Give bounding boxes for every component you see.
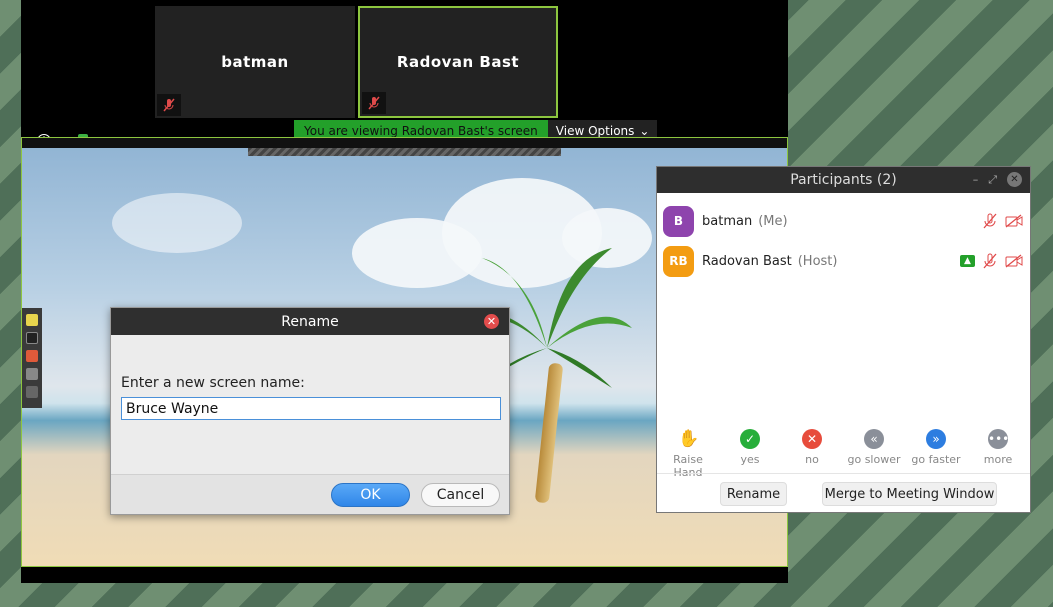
dialog-footer: OK Cancel [111, 474, 509, 514]
minimize-icon[interactable]: – [973, 173, 979, 186]
participants-panel: Participants (2) – ⤢ ✕ B batman (Me) RB … [656, 166, 1031, 513]
ok-button[interactable]: OK [331, 483, 410, 507]
reaction-label: more [983, 453, 1013, 466]
muted-mic-icon [983, 253, 997, 269]
more-icon: ••• [988, 429, 1009, 449]
view-options-label: View Options [555, 124, 635, 138]
muted-mic-icon [157, 94, 181, 116]
participant-name: batman [702, 213, 753, 229]
participant-role: (Me) [758, 213, 788, 229]
participant-row[interactable]: B batman (Me) [663, 205, 1025, 237]
desktop-dock [22, 308, 42, 408]
restore-icon[interactable]: ⤢ [988, 173, 997, 187]
video-off-icon [1005, 254, 1023, 268]
go-faster-button[interactable]: » go faster [905, 429, 967, 479]
muted-mic-icon [983, 213, 997, 229]
close-icon[interactable]: ✕ [1007, 172, 1022, 187]
tile-name: Radovan Bast [396, 53, 520, 71]
participants-title: Participants (2) [790, 172, 897, 188]
hand-icon: ✋ [678, 429, 700, 449]
yes-button[interactable]: ✓ yes [719, 429, 781, 479]
participant-row[interactable]: RB Radovan Bast (Host) ▲ [663, 245, 1025, 277]
participant-name: Radovan Bast [702, 253, 792, 269]
raise-hand-button[interactable]: ✋ Raise Hand [657, 429, 719, 479]
dialog-title: Rename [281, 313, 339, 330]
fast-forward-icon: » [926, 429, 946, 449]
no-button[interactable]: ✕ no [781, 429, 843, 479]
screen-name-input[interactable] [121, 397, 501, 420]
rename-button[interactable]: Rename [720, 482, 787, 506]
shared-top-panel [22, 138, 787, 148]
participant-status-icons [983, 213, 1023, 229]
participants-titlebar: Participants (2) – ⤢ ✕ [657, 167, 1030, 193]
close-icon[interactable]: ✕ [484, 314, 499, 329]
reactions-bar: ✋ Raise Hand ✓ yes ✕ no « go slower » go… [657, 429, 1030, 479]
reaction-label: go slower [847, 453, 901, 466]
video-tile-batman[interactable]: batman [155, 6, 355, 118]
terminal-icon[interactable] [26, 332, 38, 344]
dialog-titlebar: Rename ✕ [111, 308, 509, 335]
avatar: B [663, 205, 694, 237]
shared-panel-center [248, 148, 561, 156]
muted-mic-icon [362, 92, 386, 114]
reaction-label: no [805, 453, 819, 466]
rename-prompt: Enter a new screen name: [121, 375, 305, 391]
cloud [112, 193, 242, 253]
avatar: RB [663, 245, 694, 277]
window-controls: – ⤢ ✕ [973, 172, 1022, 187]
x-icon: ✕ [802, 429, 822, 449]
merge-to-meeting-window-button[interactable]: Merge to Meeting Window [822, 482, 997, 506]
participant-status-icons: ▲ [960, 253, 1023, 269]
chevron-down-icon: ⌄ [639, 124, 650, 138]
files-icon[interactable] [26, 314, 38, 326]
video-off-icon [1005, 214, 1023, 228]
rename-dialog: Rename ✕ Enter a new screen name: OK Can… [110, 307, 510, 515]
screen-share-icon: ▲ [960, 255, 975, 267]
participant-role: (Host) [797, 253, 838, 269]
rewind-icon: « [864, 429, 884, 449]
reaction-label: yes [740, 453, 760, 466]
go-slower-button[interactable]: « go slower [843, 429, 905, 479]
reaction-label: go faster [911, 453, 961, 466]
participants-footer: Rename Merge to Meeting Window [657, 473, 1030, 513]
cancel-button[interactable]: Cancel [421, 483, 500, 507]
apps-grid-icon[interactable] [26, 386, 38, 398]
more-button[interactable]: ••• more [967, 429, 1029, 479]
tile-name: batman [221, 53, 289, 71]
trash-icon[interactable] [26, 368, 38, 380]
video-tile-radovan-bast[interactable]: Radovan Bast [358, 6, 558, 118]
browser-icon[interactable] [26, 350, 38, 362]
check-icon: ✓ [740, 429, 760, 449]
